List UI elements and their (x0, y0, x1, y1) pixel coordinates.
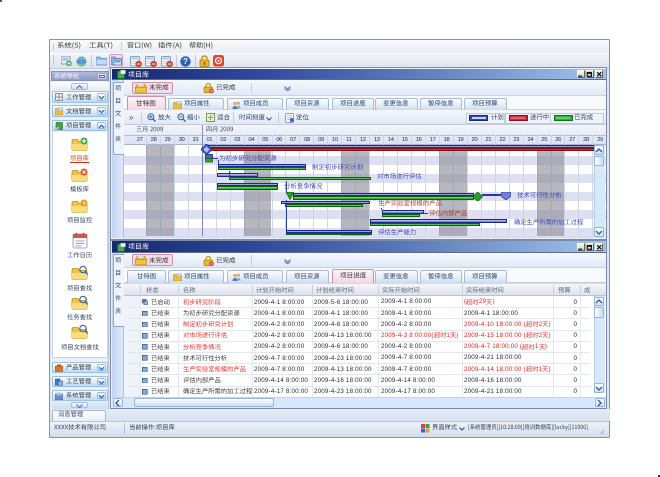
svg-text:?: ? (183, 57, 188, 66)
